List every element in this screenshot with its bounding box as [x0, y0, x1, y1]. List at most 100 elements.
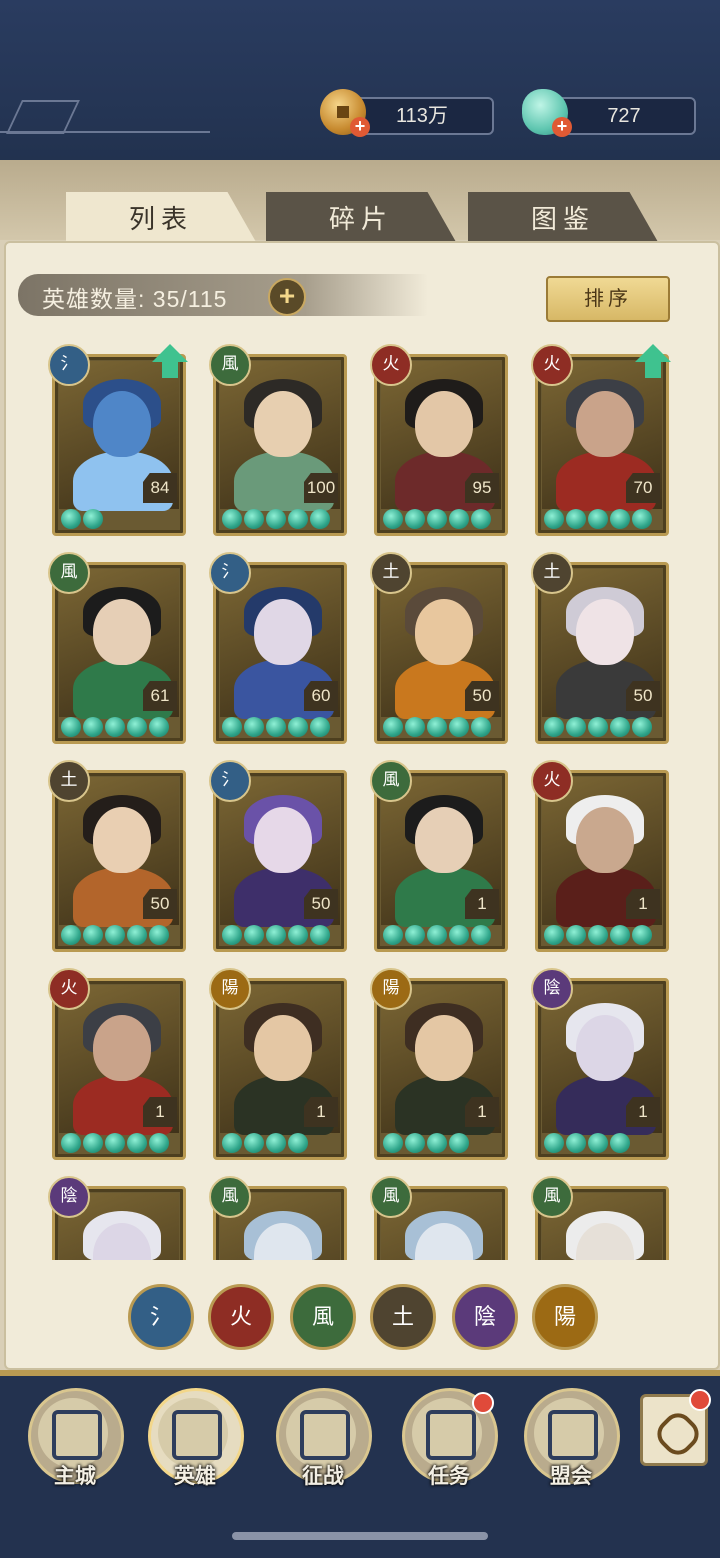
star-icon	[427, 1133, 447, 1153]
expand-hero-slots-button[interactable]: +	[268, 278, 306, 316]
star-icon	[310, 509, 330, 529]
element-badge-icon: 風	[48, 552, 90, 594]
star-icon	[610, 509, 630, 529]
star-rating	[222, 1133, 308, 1153]
star-rating	[61, 717, 169, 737]
add-jade-button[interactable]: +	[552, 117, 572, 137]
star-icon	[266, 925, 286, 945]
star-icon	[61, 509, 81, 529]
star-icon	[244, 925, 264, 945]
flower-menu-button[interactable]	[640, 1389, 711, 1466]
element-badge-icon: 風	[209, 1176, 251, 1218]
hero-card[interactable]: 1陽	[370, 968, 508, 1160]
hero-card[interactable]: 60 氵	[209, 552, 347, 744]
nav-label: 任务	[428, 1465, 470, 1488]
element-badge-icon: 陰	[48, 1176, 90, 1218]
star-icon	[449, 1133, 469, 1153]
nav-label: 盟会	[550, 1465, 592, 1488]
hero-level: 1	[465, 1097, 499, 1127]
hero-card[interactable]: 100 風	[209, 344, 347, 536]
star-rating	[61, 509, 103, 529]
star-icon	[105, 1133, 125, 1153]
star-rating	[383, 1133, 469, 1153]
hero-level: 100	[304, 473, 338, 503]
top-bar: 113万 + 727 +	[0, 0, 720, 160]
hero-level: 50	[465, 681, 499, 711]
hero-card[interactable]: 1陽	[209, 968, 347, 1160]
hero-card[interactable]: 50 土	[370, 552, 508, 744]
nav-item[interactable]: 征战	[276, 1388, 372, 1492]
menu-ornament-icon[interactable]	[0, 98, 210, 136]
element-badge-icon: 氵	[48, 344, 90, 386]
star-icon	[266, 717, 286, 737]
star-icon	[610, 925, 630, 945]
hero-card[interactable]: 50 土	[48, 760, 186, 952]
element-badge-icon: 風	[209, 344, 251, 386]
hero-card[interactable]: 1火	[531, 760, 669, 952]
star-rating	[222, 717, 330, 737]
nav-item[interactable]: 英雄	[148, 1388, 244, 1492]
coin-resource[interactable]: 113万 +	[320, 89, 500, 137]
add-coin-button[interactable]: +	[350, 117, 370, 137]
filter-yin-button[interactable]: 陰	[452, 1284, 518, 1350]
hero-card[interactable]: 1火	[48, 968, 186, 1160]
star-icon	[566, 717, 586, 737]
star-icon	[588, 509, 608, 529]
hero-card[interactable]: 風	[531, 1176, 669, 1260]
nav-item[interactable]: 任务	[402, 1388, 498, 1492]
filter-fire-button[interactable]: 火	[208, 1284, 274, 1350]
star-icon	[471, 509, 491, 529]
element-badge-icon: 土	[48, 760, 90, 802]
star-icon	[222, 925, 242, 945]
star-icon	[61, 925, 81, 945]
star-icon	[588, 1133, 608, 1153]
city-gate-icon	[52, 1410, 102, 1460]
star-icon	[632, 509, 652, 529]
filter-water-button[interactable]: 氵	[128, 1284, 194, 1350]
tab-list[interactable]: 列表	[66, 192, 256, 242]
nav-label: 英雄	[174, 1465, 216, 1488]
star-icon	[244, 509, 264, 529]
hero-card[interactable]: 84 氵	[48, 344, 188, 536]
upgrade-arrow-icon	[150, 344, 190, 378]
element-badge-icon: 火	[531, 760, 573, 802]
hero-card[interactable]: 50 氵	[209, 760, 347, 952]
element-badge-icon: 土	[531, 552, 573, 594]
hero-card[interactable]: 風	[209, 1176, 347, 1260]
nav-label: 主城	[54, 1465, 96, 1488]
filter-yang-button[interactable]: 陽	[532, 1284, 598, 1350]
element-filter-bar: 氵火風土陰陽	[0, 1284, 720, 1350]
star-icon	[632, 925, 652, 945]
sort-button[interactable]: 排序	[546, 276, 670, 322]
tab-fragments[interactable]: 碎片	[266, 192, 456, 242]
star-icon	[610, 1133, 630, 1153]
star-rating	[61, 1133, 169, 1153]
hero-level: 61	[143, 681, 177, 711]
element-badge-icon: 火	[370, 344, 412, 386]
tab-codex[interactable]: 图鉴	[468, 192, 658, 242]
star-icon	[266, 509, 286, 529]
filter-earth-button[interactable]: 土	[370, 1284, 436, 1350]
hero-card[interactable]: 風	[370, 1176, 508, 1260]
hero-portrait-icon	[172, 1410, 222, 1460]
element-badge-icon: 陰	[531, 968, 573, 1010]
hero-card[interactable]: 61 風	[48, 552, 186, 744]
hero-card[interactable]: 95 火	[370, 344, 508, 536]
star-rating	[222, 509, 330, 529]
star-icon	[588, 925, 608, 945]
star-rating	[383, 717, 491, 737]
nav-item[interactable]: 主城	[28, 1388, 124, 1492]
filter-wind-button[interactable]: 風	[290, 1284, 356, 1350]
star-icon	[83, 509, 103, 529]
hero-card[interactable]: 陰	[48, 1176, 186, 1260]
hero-count: 英雄数量: 35/115	[42, 286, 228, 312]
hero-card[interactable]: 1陰	[531, 968, 669, 1160]
hero-level: 50	[143, 889, 177, 919]
star-icon	[288, 717, 308, 737]
star-icon	[61, 1133, 81, 1153]
jade-resource[interactable]: 727 +	[522, 89, 702, 137]
hero-card[interactable]: 50 土	[531, 552, 669, 744]
hero-card[interactable]: 1風	[370, 760, 508, 952]
hero-card[interactable]: 70 火	[531, 344, 671, 536]
nav-item[interactable]: 盟会	[524, 1388, 620, 1492]
